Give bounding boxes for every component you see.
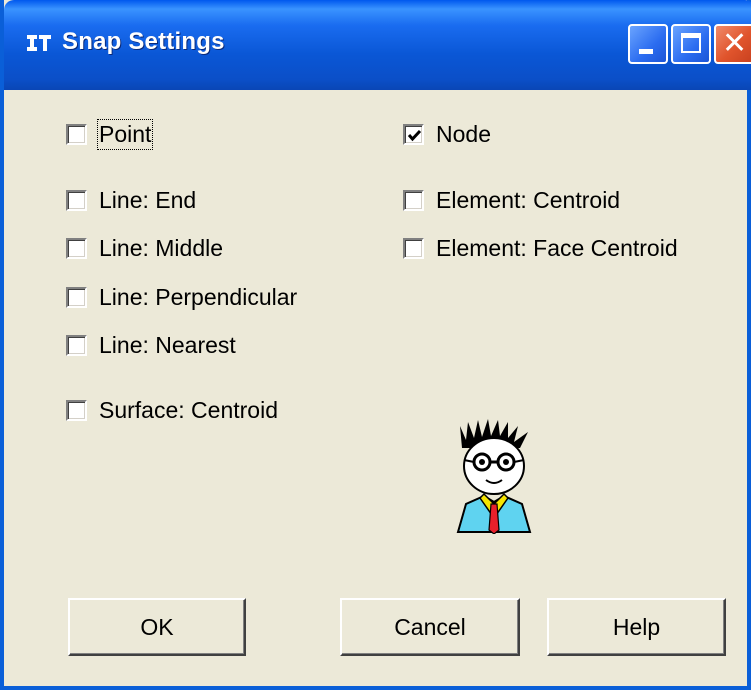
checkbox-element-face-centroid[interactable]: Element: Face Centroid bbox=[403, 235, 678, 262]
checkbox-line-middle[interactable]: Line: Middle bbox=[66, 235, 223, 262]
close-icon: ✕ bbox=[722, 26, 748, 61]
checkbox-box[interactable] bbox=[403, 124, 424, 145]
checkbox-box[interactable] bbox=[403, 190, 424, 211]
ok-button-label: OK bbox=[140, 613, 174, 640]
checkbox-point[interactable]: Point bbox=[66, 119, 154, 150]
checkmark-icon bbox=[407, 129, 422, 142]
checkbox-label: Element: Face Centroid bbox=[436, 235, 678, 261]
window-title: Snap Settings bbox=[62, 28, 225, 55]
snap-settings-dialog: Snap Settings ✕ Point Line: End Line: Mi… bbox=[0, 0, 751, 690]
mascot-icon bbox=[456, 419, 532, 534]
checkbox-label: Line: Middle bbox=[99, 235, 224, 261]
checkbox-label: Line: Perpendicular bbox=[99, 284, 298, 310]
checkbox-box[interactable] bbox=[66, 238, 87, 259]
maximize-icon bbox=[681, 33, 701, 53]
checkbox-line-end[interactable]: Line: End bbox=[66, 187, 196, 214]
maximize-button[interactable] bbox=[671, 24, 711, 64]
checkbox-node[interactable]: Node bbox=[403, 121, 491, 148]
minimize-button[interactable] bbox=[628, 24, 668, 64]
title-bar[interactable]: Snap Settings ✕ bbox=[4, 0, 751, 90]
checkbox-box[interactable] bbox=[403, 238, 424, 259]
checkbox-label: Surface: Centroid bbox=[99, 397, 278, 423]
app-icon bbox=[27, 35, 51, 51]
checkbox-element-centroid[interactable]: Element: Centroid bbox=[403, 187, 620, 214]
cancel-button[interactable]: Cancel bbox=[340, 598, 520, 656]
checkbox-box[interactable] bbox=[66, 335, 87, 356]
checkbox-label: Line: End bbox=[99, 187, 197, 213]
checkbox-box[interactable] bbox=[66, 400, 87, 421]
checkbox-line-perpendicular[interactable]: Line: Perpendicular bbox=[66, 284, 297, 311]
help-button-label: Help bbox=[612, 613, 661, 640]
ok-button[interactable]: OK bbox=[68, 598, 246, 656]
close-button[interactable]: ✕ bbox=[714, 24, 751, 64]
checkbox-surface-centroid[interactable]: Surface: Centroid bbox=[66, 397, 278, 424]
checkbox-line-nearest[interactable]: Line: Nearest bbox=[66, 332, 236, 359]
checkbox-label: Line: Nearest bbox=[99, 332, 236, 358]
checkbox-label: Element: Centroid bbox=[436, 187, 621, 213]
checkbox-label: Node bbox=[436, 121, 491, 147]
cancel-button-label: Cancel bbox=[394, 613, 466, 640]
help-button[interactable]: Help bbox=[547, 598, 726, 656]
checkbox-box[interactable] bbox=[66, 124, 87, 145]
checkbox-box[interactable] bbox=[66, 287, 87, 308]
minimize-icon bbox=[639, 49, 653, 54]
checkbox-box[interactable] bbox=[66, 190, 87, 211]
checkbox-label: Point bbox=[96, 119, 154, 150]
